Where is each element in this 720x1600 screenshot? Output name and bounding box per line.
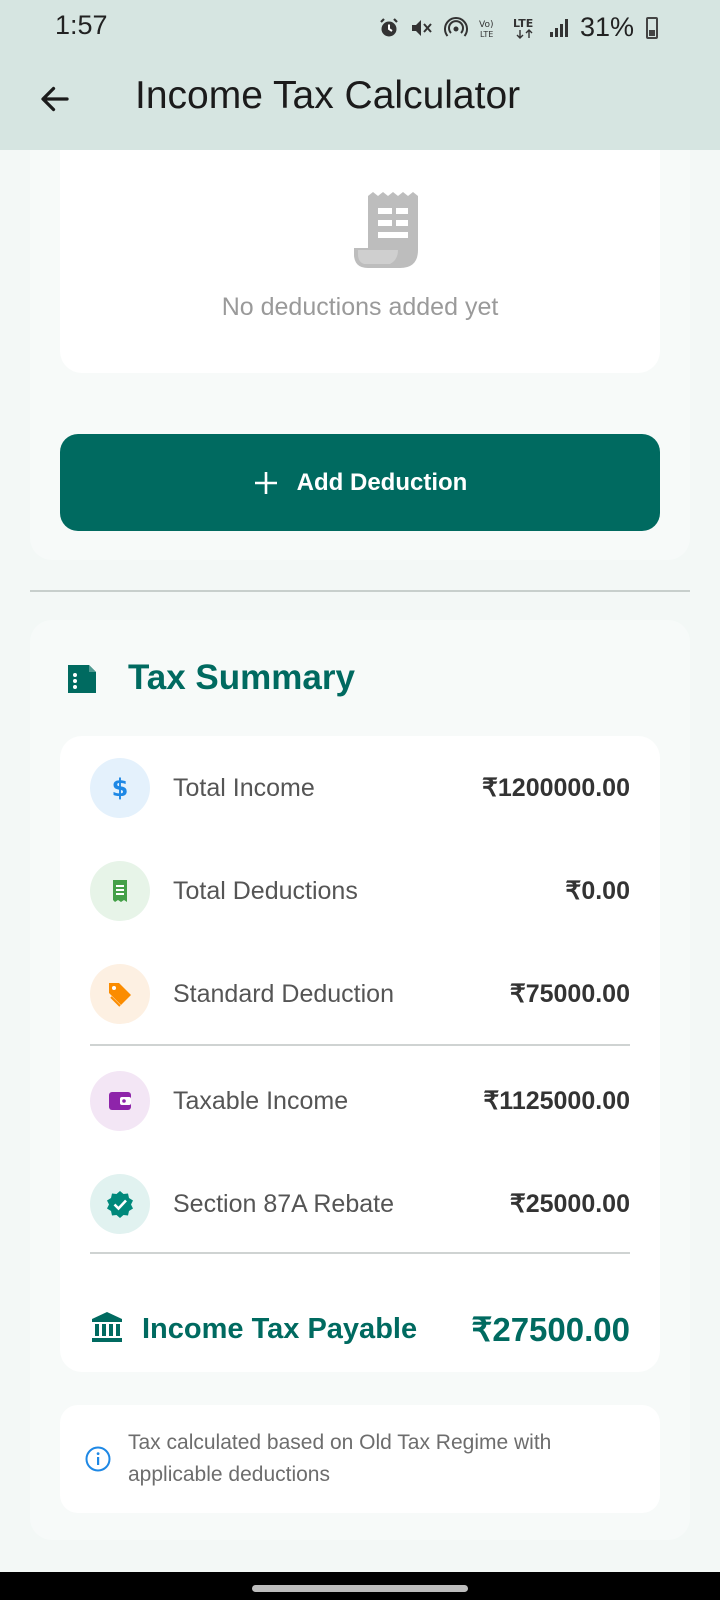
dollar-icon: $ — [90, 758, 150, 818]
app-bar: Income Tax Calculator — [0, 52, 720, 150]
empty-deductions-card: No deductions added yet — [60, 150, 660, 373]
battery-percent: 31% — [579, 12, 634, 42]
volte-icon: Vo) LTE — [478, 17, 502, 39]
summary-row-total-deductions: Total Deductions ₹0.00 — [90, 861, 630, 921]
mute-icon — [410, 17, 434, 39]
tag-icon — [90, 964, 150, 1024]
arrow-left-icon — [41, 86, 69, 112]
status-bar: 1:57 Vo) LTE LTE 31% — [0, 0, 720, 52]
alarm-icon — [378, 17, 400, 39]
summary-row-taxable-income: Taxable Income ₹1125000.00 — [90, 1071, 630, 1131]
system-nav-bar — [0, 1572, 720, 1600]
tax-summary-title: Tax Summary — [128, 658, 355, 697]
row-value: ₹0.00 — [565, 877, 630, 905]
row-value: ₹1125000.00 — [483, 1087, 630, 1115]
card-divider — [90, 1044, 630, 1046]
home-handle[interactable] — [252, 1585, 468, 1592]
hotspot-icon — [443, 16, 468, 39]
bank-icon — [90, 1310, 124, 1349]
row-label: Standard Deduction — [173, 979, 394, 1008]
status-icons: Vo) LTE LTE 31% — [378, 12, 658, 43]
deductions-section: No deductions added yet Add Deduction — [30, 150, 690, 560]
row-label: Taxable Income — [173, 1086, 349, 1115]
svg-text:$: $ — [112, 774, 129, 802]
row-label: Section 87A Rebate — [173, 1189, 394, 1218]
lte-icon: LTE — [512, 16, 538, 40]
row-value: ₹75000.00 — [509, 980, 630, 1008]
add-deduction-label: Add Deduction — [296, 468, 468, 496]
row-label: Total Deductions — [173, 876, 358, 905]
verified-icon — [90, 1174, 150, 1234]
plus-icon — [254, 471, 277, 494]
summary-row-standard-deduction: Standard Deduction ₹75000.00 — [90, 964, 630, 1024]
summary-row-total-income: $ Total Income ₹1200000.00 — [90, 758, 630, 818]
empty-deductions-text: No deductions added yet — [221, 293, 499, 321]
section-divider — [30, 590, 690, 592]
signal-icon — [548, 17, 570, 39]
payable-value: ₹27500.00 — [471, 1310, 630, 1348]
svg-text:LTE: LTE — [513, 17, 533, 30]
summary-document-icon — [65, 662, 99, 701]
row-value: ₹25000.00 — [509, 1190, 630, 1218]
status-time: 1:57 — [55, 10, 108, 40]
row-value: ₹1200000.00 — [482, 774, 630, 802]
svg-text:Vo): Vo) — [479, 20, 493, 30]
back-button[interactable] — [30, 74, 80, 124]
add-deduction-button[interactable]: Add Deduction — [60, 434, 660, 531]
info-icon — [84, 1445, 112, 1478]
card-divider — [90, 1252, 630, 1254]
svg-text:LTE: LTE — [480, 30, 493, 39]
info-card: Tax calculated based on Old Tax Regime w… — [60, 1405, 660, 1513]
tax-summary-section: Tax Summary $ Total Income ₹1200000.00 T… — [30, 620, 690, 1540]
summary-card: $ Total Income ₹1200000.00 Total Deducti… — [60, 736, 660, 1372]
row-label: Total Income — [173, 773, 315, 802]
battery-icon — [646, 16, 658, 39]
info-text: Tax calculated based on Old Tax Regime w… — [128, 1431, 552, 1486]
page-title: Income Tax Calculator — [135, 74, 521, 117]
receipt-icon — [354, 192, 424, 273]
receipt-icon — [90, 861, 150, 921]
income-tax-payable-row: Income Tax Payable ₹27500.00 — [90, 1304, 630, 1354]
wallet-icon — [90, 1071, 150, 1131]
summary-row-section-87a-rebate: Section 87A Rebate ₹25000.00 — [90, 1174, 630, 1234]
payable-label: Income Tax Payable — [142, 1312, 418, 1345]
